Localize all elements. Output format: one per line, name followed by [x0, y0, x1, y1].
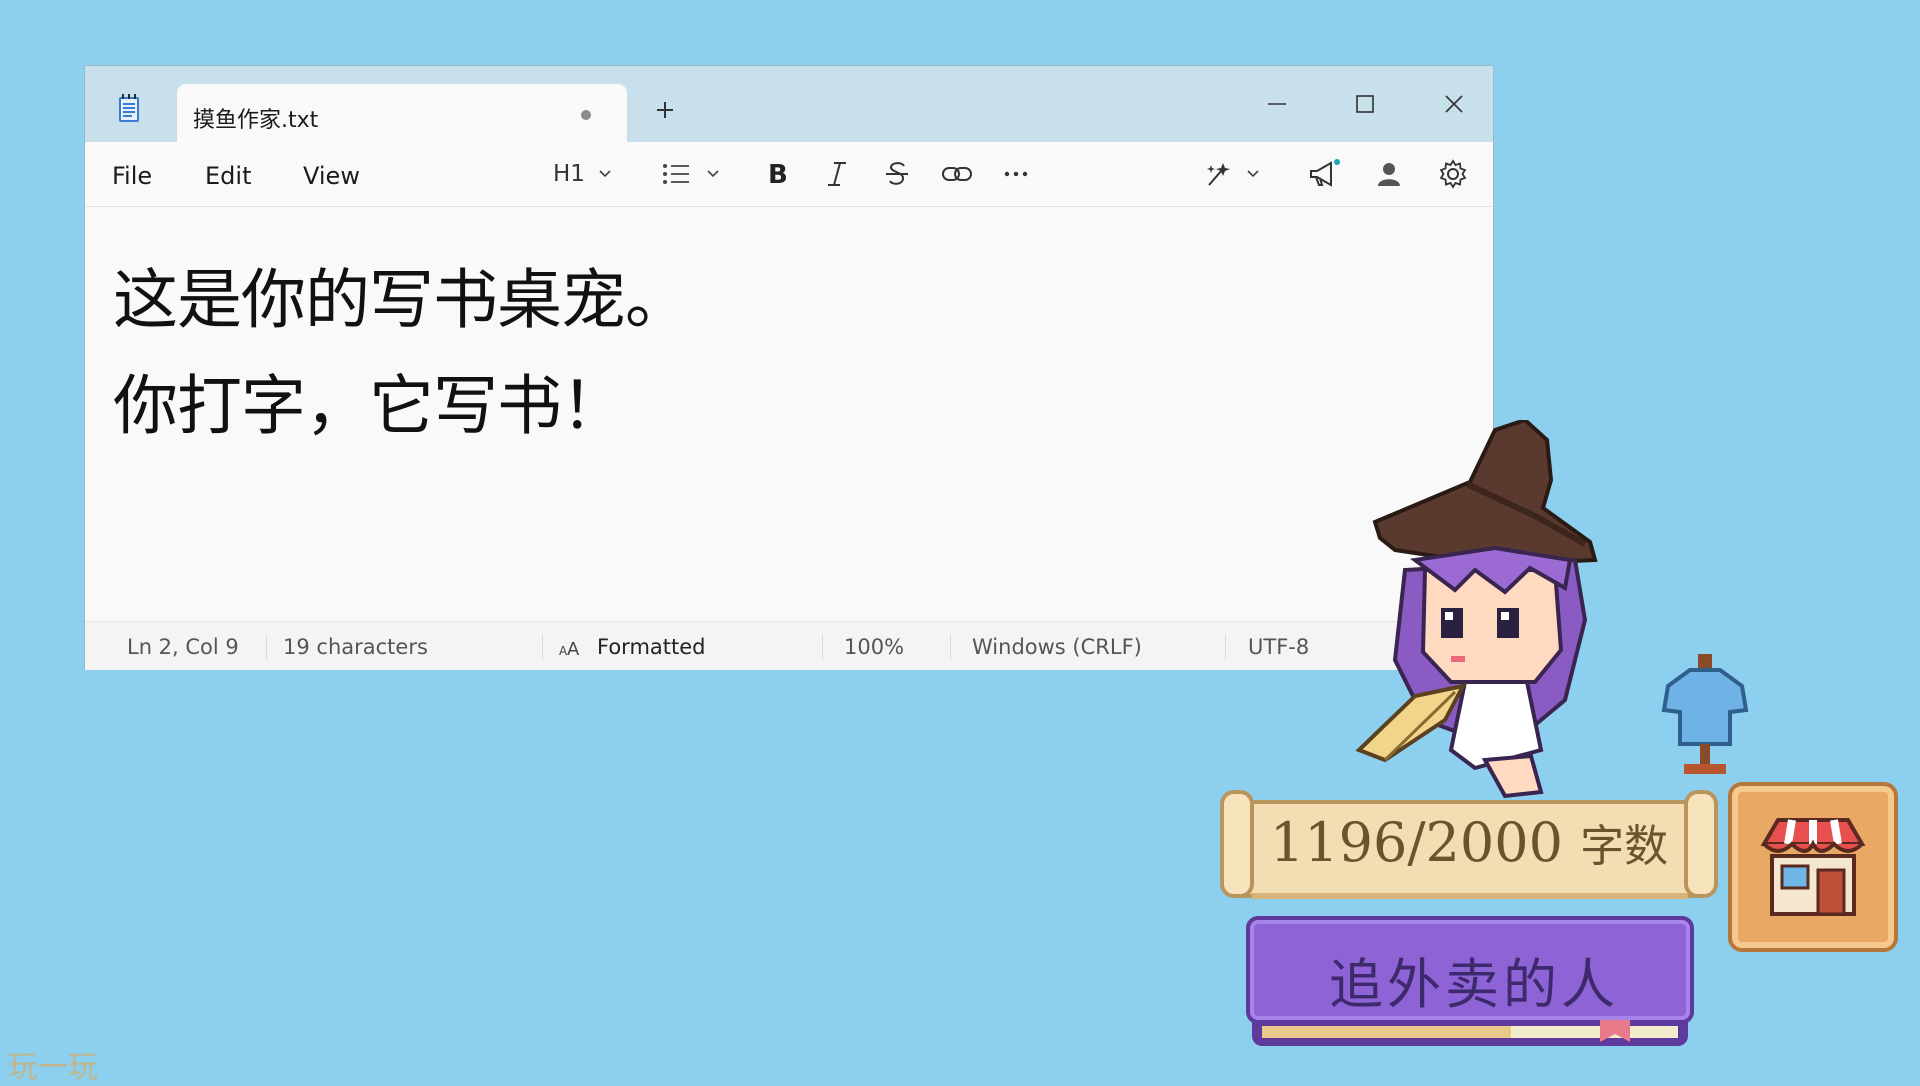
- list-icon: [663, 164, 689, 184]
- link-icon[interactable]: [940, 158, 974, 190]
- svg-text:B: B: [768, 160, 788, 190]
- encoding[interactable]: UTF-8: [1248, 635, 1309, 659]
- editor-line-1: 这是你的写书桌宠。: [113, 263, 690, 338]
- status-divider: [822, 634, 823, 660]
- copilot-icon: [1207, 163, 1230, 186]
- cursor-position[interactable]: Ln 2, Col 9: [127, 635, 239, 659]
- shop-button[interactable]: [1728, 782, 1898, 952]
- notepad-icon: [119, 94, 139, 122]
- close-icon[interactable]: [1434, 84, 1474, 124]
- menu-view[interactable]: View: [303, 162, 360, 190]
- menu-edit[interactable]: Edit: [205, 162, 251, 190]
- more-icon[interactable]: [1001, 158, 1031, 190]
- word-count: 1196/2000: [1269, 811, 1563, 874]
- editor-line-2: 你打字，它写书！: [113, 369, 626, 444]
- book-cover: 追外卖的人: [1246, 916, 1694, 1024]
- status-divider: [950, 634, 951, 660]
- maximize-icon[interactable]: [1345, 84, 1385, 124]
- title-bar[interactable]: 摸鱼作家.txt: [85, 66, 1493, 144]
- book-progress[interactable]: 追外卖的人: [1246, 916, 1694, 1052]
- book-title: 追外卖的人: [1329, 953, 1619, 1016]
- copilot-dropdown[interactable]: [1203, 158, 1263, 190]
- heading-dropdown[interactable]: H1: [553, 158, 615, 190]
- progress-fill: [1262, 1026, 1511, 1038]
- tab-title: 摸鱼作家.txt: [193, 108, 319, 133]
- gear-icon[interactable]: [1437, 158, 1469, 190]
- strikethrough-icon[interactable]: [882, 158, 912, 190]
- character-count: 19 characters: [283, 635, 428, 659]
- progress-bar: [1262, 1020, 1678, 1042]
- menu-file[interactable]: File: [112, 162, 152, 190]
- outfit-stand-button[interactable]: [1658, 652, 1752, 778]
- editor-area[interactable]: 这是你的写书桌宠。 你打字，它写书！: [85, 207, 1493, 621]
- account-icon[interactable]: [1374, 158, 1404, 190]
- notepad-window: 摸鱼作家.txt File Edit View H1 B 这是你的写书桌宠。 你…: [84, 65, 1494, 670]
- bookmark-icon: [1600, 1020, 1630, 1042]
- bold-icon[interactable]: B: [761, 158, 791, 190]
- status-divider: [1225, 634, 1226, 660]
- text-format-icon: A A: [559, 639, 580, 658]
- format-mode[interactable]: Formatted: [597, 635, 706, 659]
- status-bar: Ln 2, Col 9 19 characters A A Formatted …: [85, 621, 1493, 670]
- status-divider: [266, 634, 267, 660]
- line-ending[interactable]: Windows (CRLF): [972, 635, 1142, 659]
- zoom-level[interactable]: 100%: [844, 635, 904, 659]
- chevron-down-icon: [599, 170, 611, 178]
- word-count-text: 1196/2000 字数: [1218, 810, 1720, 874]
- svg-text:A: A: [567, 639, 580, 658]
- shop-icon: [1760, 818, 1866, 916]
- list-dropdown[interactable]: [661, 158, 723, 190]
- book-pages: [1252, 1020, 1688, 1046]
- chevron-down-icon: [1247, 170, 1259, 178]
- minimize-icon[interactable]: [1257, 84, 1297, 124]
- status-divider: [542, 634, 543, 660]
- chevron-down-icon: [707, 170, 719, 178]
- menu-bar: File Edit View H1 B: [85, 142, 1493, 207]
- italic-icon[interactable]: [822, 158, 852, 190]
- watermark-logo: 玩一玩: [8, 1050, 98, 1085]
- word-count-unit: 字数: [1580, 821, 1669, 872]
- heading-label: H1: [553, 161, 585, 187]
- witch-pet-sprite[interactable]: [1355, 420, 1665, 810]
- new-tab-button[interactable]: [653, 98, 677, 122]
- megaphone-icon[interactable]: [1307, 158, 1343, 190]
- unsaved-indicator[interactable]: [581, 110, 591, 120]
- word-count-display: 1196/2000 字数: [1218, 784, 1720, 906]
- tab-document[interactable]: 摸鱼作家.txt: [177, 84, 627, 144]
